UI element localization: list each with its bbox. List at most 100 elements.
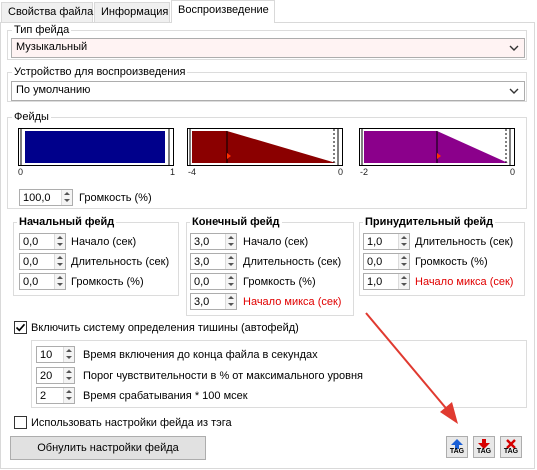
forced-fade-duration-label: Длительность (сек) — [415, 236, 514, 248]
start-fade-title: Начальный фейд — [17, 216, 117, 228]
spinner-value: 3,0 — [194, 236, 210, 248]
end-fade-start-label: Начало (сек) — [243, 236, 309, 248]
forced-fade-mix-start-spinner[interactable]: 1,0 — [363, 273, 410, 290]
silence-time-spinner[interactable]: 10 — [36, 346, 75, 363]
end-fade-max: 0 — [338, 167, 344, 177]
spinner-value: 1,0 — [367, 276, 383, 288]
end-fade-duration-spinner[interactable]: 3,0 — [190, 253, 237, 270]
start-fade-fill — [25, 131, 165, 163]
spin-buttons[interactable] — [398, 274, 409, 289]
spinner-value: 20 — [40, 370, 53, 382]
spin-buttons[interactable] — [54, 274, 65, 289]
start-fade-graph — [18, 128, 174, 166]
start-fade-min: 0 — [18, 167, 24, 177]
silence-threshold-label: Порог чувствительности в % от максимальн… — [83, 370, 363, 382]
tab-label: Информация — [101, 6, 169, 18]
spin-buttons[interactable] — [225, 274, 236, 289]
silence-threshold-spinner[interactable]: 20 — [36, 367, 75, 384]
silence-detection-checkbox[interactable] — [14, 321, 27, 334]
spin-buttons[interactable] — [54, 254, 65, 269]
end-fade-min: -4 — [188, 167, 197, 177]
spinner-value: 0,0 — [23, 236, 39, 248]
spinner-value: 0,0 — [23, 256, 39, 268]
spin-buttons[interactable] — [225, 294, 236, 309]
end-fade-volume-spinner[interactable]: 0,0 — [190, 273, 237, 290]
device-label: Устройство для воспроизведения — [12, 66, 188, 78]
use-tag-settings-label: Использовать настройки фейда из тэга — [31, 417, 232, 429]
spin-buttons[interactable] — [54, 234, 65, 249]
forced-fade-curve — [361, 129, 511, 165]
spinner-value: 0,0 — [194, 276, 210, 288]
reset-fade-button[interactable]: Обнулить настройки фейда — [10, 436, 206, 460]
spinner-value: 10 — [40, 349, 53, 361]
forced-fade-volume-spinner[interactable]: 0,0 — [363, 253, 410, 270]
start-fade-start-label: Начало (сек) — [71, 236, 137, 248]
spin-buttons[interactable] — [63, 368, 74, 383]
volume-value: 100,0 — [23, 192, 51, 204]
spinner-value: 3,0 — [194, 296, 210, 308]
spinner-value: 3,0 — [194, 256, 210, 268]
use-tag-settings-checkbox[interactable] — [14, 416, 27, 429]
spin-buttons[interactable] — [225, 254, 236, 269]
tag-write-button[interactable]: TAG — [473, 436, 495, 458]
tab-label: Воспроизведение — [178, 4, 269, 16]
spinner-value: 2 — [40, 390, 47, 402]
chevron-down-icon — [509, 45, 519, 51]
checkmark-icon — [15, 323, 26, 332]
tag-read-button[interactable]: TAG — [446, 436, 468, 458]
forced-fade-min: -2 — [360, 167, 369, 177]
start-fade-curve — [20, 129, 170, 165]
end-fade-duration-label: Длительность (сек) — [243, 256, 342, 268]
start-fade-max: 1 — [170, 167, 176, 177]
volume-spinner[interactable]: 100,0 — [19, 189, 73, 206]
end-fade-volume-label: Громкость (%) — [243, 276, 316, 288]
start-fade-volume-spinner[interactable]: 0,0 — [19, 273, 66, 290]
spin-buttons[interactable] — [398, 234, 409, 249]
forced-fade-fill — [364, 131, 508, 163]
spin-buttons[interactable] — [61, 190, 72, 205]
spin-buttons[interactable] — [398, 254, 409, 269]
chevron-down-icon — [509, 88, 519, 94]
forced-fade-title: Принудительный фейд — [363, 216, 496, 228]
forced-fade-graph — [359, 128, 515, 166]
silence-trigger-spinner[interactable]: 2 — [36, 387, 75, 404]
tab-info[interactable]: Информация — [94, 2, 170, 22]
fades-label: Фейды — [12, 111, 51, 123]
end-fade-curve — [189, 129, 339, 165]
tag-text: TAG — [503, 448, 519, 455]
tag-text: TAG — [449, 448, 465, 455]
forced-fade-duration-spinner[interactable]: 1,0 — [363, 233, 410, 250]
end-fade-mix-start-spinner[interactable]: 3,0 — [190, 293, 237, 310]
tab-label: Свойства файла — [8, 6, 94, 18]
spin-buttons[interactable] — [225, 234, 236, 249]
silence-time-label: Время включения до конца файла в секунда… — [83, 349, 318, 361]
silence-detection-label: Включить систему определения тишины (авт… — [31, 322, 299, 334]
spinner-value: 1,0 — [367, 236, 383, 248]
device-value: По умолчанию — [16, 84, 91, 96]
start-fade-duration-label: Длительность (сек) — [71, 256, 170, 268]
end-fade-start-spinner[interactable]: 3,0 — [190, 233, 237, 250]
end-fade-graph — [187, 128, 343, 166]
spin-buttons[interactable] — [63, 347, 74, 362]
tab-file-properties[interactable]: Свойства файла — [1, 2, 93, 22]
tab-playback[interactable]: Воспроизведение — [171, 0, 275, 23]
spin-buttons[interactable] — [63, 388, 74, 403]
start-fade-duration-spinner[interactable]: 0,0 — [19, 253, 66, 270]
forced-fade-volume-label: Громкость (%) — [415, 256, 488, 268]
tag-text: TAG — [476, 448, 492, 455]
device-select[interactable]: По умолчанию — [11, 81, 525, 101]
fade-type-label: Тип фейда — [12, 24, 72, 36]
fade-type-select[interactable]: Музыкальный — [11, 38, 525, 58]
forced-fade-max: 0 — [510, 167, 516, 177]
start-fade-start-spinner[interactable]: 0,0 — [19, 233, 66, 250]
reset-fade-button-label: Обнулить настройки фейда — [37, 442, 179, 454]
fade-type-value: Музыкальный — [16, 41, 88, 53]
end-fade-mix-start-label: Начало микса (сек) — [243, 296, 342, 308]
start-fade-volume-label: Громкость (%) — [71, 276, 144, 288]
spinner-value: 0,0 — [367, 256, 383, 268]
silence-trigger-label: Время срабатывания * 100 мсек — [83, 390, 248, 402]
tag-delete-button[interactable]: TAG — [500, 436, 522, 458]
volume-label: Громкость (%) — [79, 192, 152, 204]
forced-fade-mix-start-label: Начало микса (сек) — [415, 276, 514, 288]
end-fade-fill — [192, 131, 336, 163]
